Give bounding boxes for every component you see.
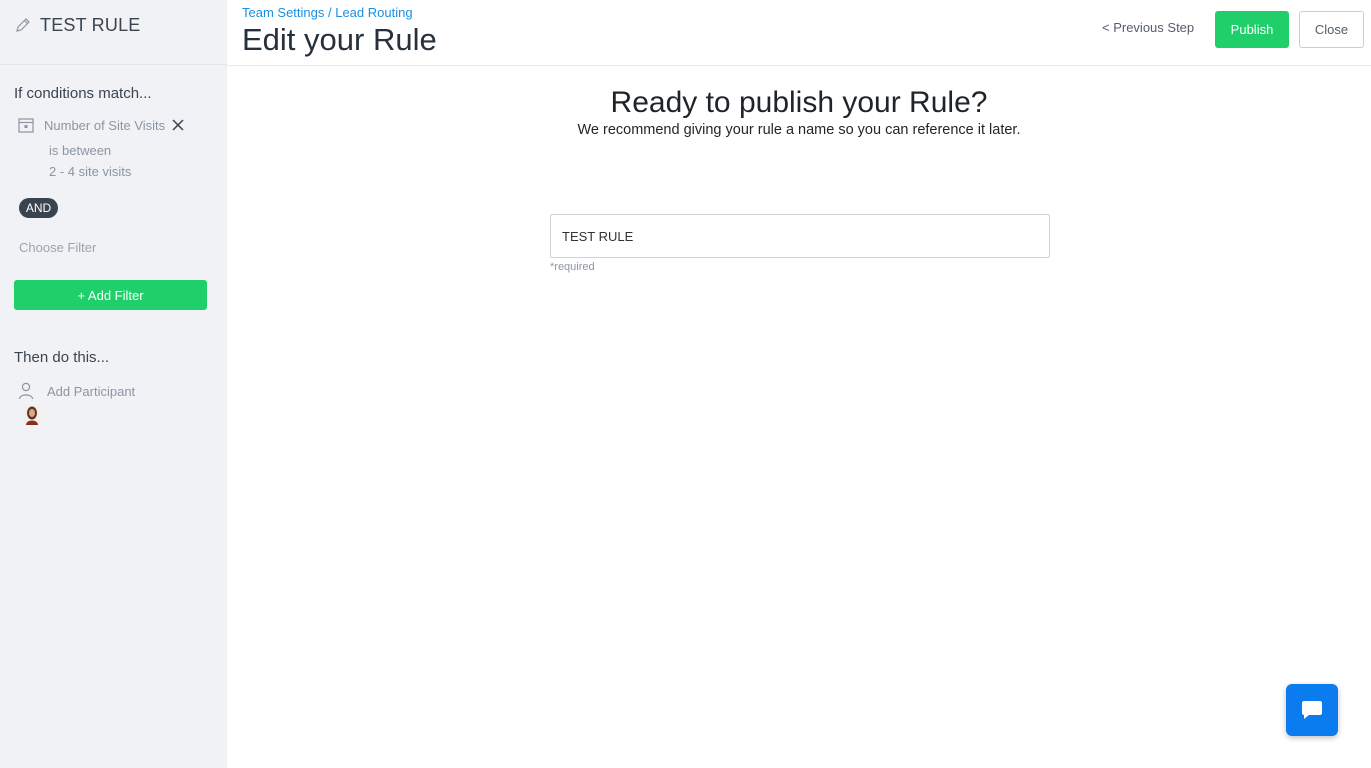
breadcrumb-team-settings[interactable]: Team Settings [242,5,324,20]
breadcrumb: Team Settings / Lead Routing [242,5,413,20]
app-root: TEST RULE If conditions match... Number … [0,0,1371,768]
avatar[interactable] [23,405,41,425]
sidebar-header: TEST RULE [0,0,227,65]
condition-value: 2 - 4 site visits [49,164,132,179]
breadcrumb-lead-routing[interactable]: Lead Routing [335,5,412,20]
chat-bubble-icon [1302,701,1322,719]
publish-button[interactable]: Publish [1215,11,1289,48]
actions-title: Then do this... [14,349,110,366]
condition-field-label: Number of Site Visits [44,117,166,133]
close-button[interactable]: Close [1299,11,1364,48]
publish-subheading: We recommend giving your rule a name so … [577,122,1021,138]
add-participant-label: Add Participant [47,383,136,399]
calendar-icon [18,118,34,133]
condition-operator: is between [49,143,112,158]
person-icon [18,382,34,400]
sidebar-rule-name: TEST RULE [40,14,141,35]
conditions-title: If conditions match... [14,85,152,102]
top-header: Team Settings / Lead Routing Edit your R… [227,0,1371,66]
previous-step-link[interactable]: < Previous Step [1102,20,1194,35]
page-title: Edit your Rule [242,22,437,57]
choose-filter-link[interactable]: Choose Filter [19,240,96,255]
condition-item[interactable]: Number of Site Visits [18,117,185,133]
breadcrumb-separator: / [324,5,336,20]
chat-button[interactable] [1286,684,1338,736]
pencil-icon[interactable] [14,16,32,34]
sidebar: TEST RULE If conditions match... Number … [0,0,227,768]
and-badge[interactable]: AND [19,198,58,218]
add-participant-item[interactable]: Add Participant [18,382,135,400]
required-note: *required [550,261,595,273]
rule-name-input[interactable] [550,214,1050,258]
add-filter-button[interactable]: + Add Filter [14,280,207,310]
close-icon[interactable] [171,118,185,132]
publish-heading: Ready to publish your Rule? [610,86,988,119]
avatar-image [23,405,41,425]
